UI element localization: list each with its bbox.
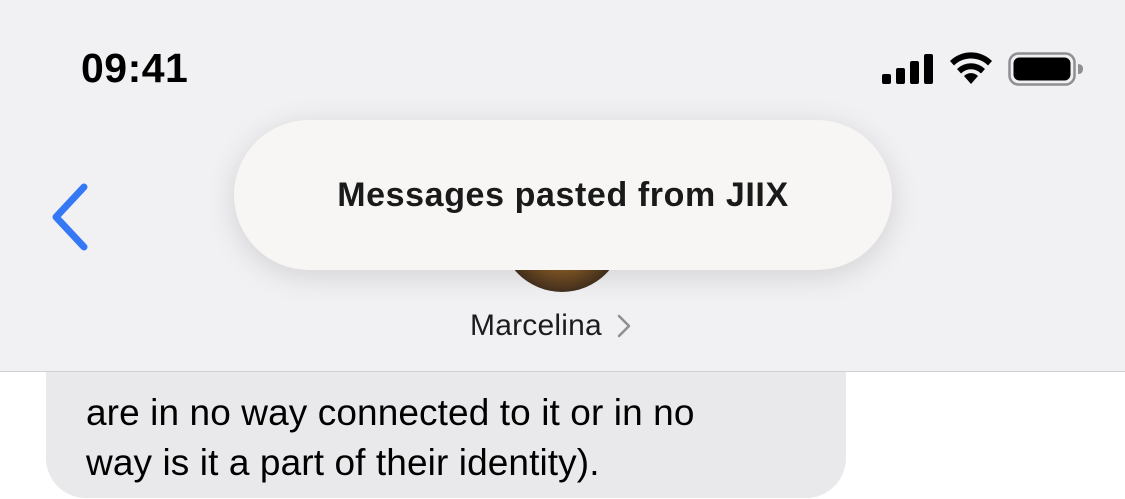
contact-name: Marcelina — [470, 309, 602, 342]
cellular-signal-icon — [882, 54, 933, 84]
back-button[interactable] — [44, 180, 100, 254]
message-text-line: are in no way connected to it or in no — [86, 392, 695, 433]
chevron-right-icon — [617, 314, 631, 338]
conversation-header: 09:41 Marcelina Messages pasted from JII… — [0, 0, 1125, 372]
status-time: 09:41 — [81, 45, 189, 91]
toast-text: Messages pasted from JIIX — [337, 175, 789, 214]
message-text-line: way is it a part of their identity). — [86, 442, 600, 483]
battery-icon — [1008, 52, 1083, 86]
contact-details-button[interactable]: Marcelina — [470, 306, 632, 346]
conversation-area: are in no way connected to it or in no w… — [0, 372, 1125, 499]
paste-toast: Messages pasted from JIIX — [234, 120, 892, 270]
wifi-icon — [950, 52, 992, 84]
